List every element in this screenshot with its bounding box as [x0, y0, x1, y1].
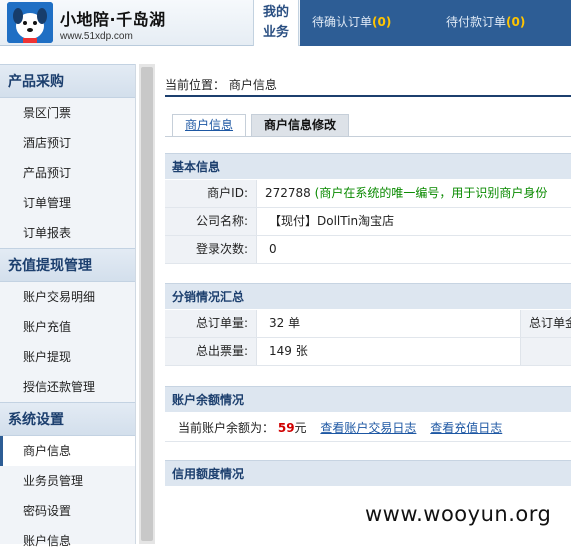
sidebar-item-staff[interactable]: 业务员管理	[0, 466, 135, 496]
view-recharge-log-link[interactable]: 查看充值日志	[430, 421, 502, 435]
row-company: 公司名称: 【现付】DollTin淘宝店	[165, 208, 571, 236]
sidebar-item-transactions[interactable]: 账户交易明细	[0, 282, 135, 312]
breadcrumb-divider	[165, 95, 571, 97]
sidebar-item-password[interactable]: 密码设置	[0, 496, 135, 526]
sidebar-section-funds[interactable]: 充值提现管理	[0, 248, 135, 282]
row-total-tickets: 总出票量: 149 张	[165, 338, 571, 366]
tab-divider	[165, 136, 571, 137]
total-tickets-value: 149 张	[269, 344, 308, 358]
nav-pending-confirm-label: 待确认订单	[312, 15, 373, 29]
row-login-count: 登录次数: 0	[165, 236, 571, 264]
company-value: 【现付】DollTin淘宝店	[269, 214, 395, 228]
sidebar-section-purchase[interactable]: 产品采购	[0, 64, 135, 98]
sidebar-item-withdraw[interactable]: 账户提现	[0, 342, 135, 372]
sidebar-item-account-info[interactable]: 账户信息	[0, 526, 135, 556]
sidebar-item-tickets[interactable]: 景区门票	[0, 98, 135, 128]
balance-label: 当前账户余额为：	[178, 421, 275, 435]
nav-pending-payment-count: 0	[511, 15, 520, 29]
sidebar-item-hotel[interactable]: 酒店预订	[0, 128, 135, 158]
total-orders-value: 32 单	[269, 316, 301, 330]
merchant-id-label: 商户ID:	[165, 180, 257, 207]
sidebar: 产品采购 景区门票 酒店预订 产品预订 订单管理 订单报表 充值提现管理 账户交…	[0, 64, 136, 548]
watermark-text: www.wooyun.org	[365, 502, 552, 526]
tab-merchant-edit[interactable]: 商户信息修改	[251, 114, 350, 136]
tab-merchant-info[interactable]: 商户信息	[172, 114, 247, 136]
nav-pending-payment[interactable]: 待付款订单(0)	[446, 13, 525, 30]
company-label: 公司名称:	[165, 208, 257, 235]
section-credit: 信用额度情况	[165, 460, 571, 486]
sidebar-scrollbar[interactable]	[139, 64, 155, 544]
row-merchant-id: 商户ID: 272788 (商户在系统的唯一编号，用于识别商户身份	[165, 180, 571, 208]
sidebar-section-settings[interactable]: 系统设置	[0, 402, 135, 436]
row-total-orders: 总订单量: 32 单 总订单金	[165, 310, 571, 338]
merchant-id-value: 272788	[265, 186, 311, 200]
balance-unit: 元	[294, 421, 307, 435]
view-transaction-log-link[interactable]: 查看账户交易日志	[320, 421, 416, 435]
merchant-id-value-wrap: 272788 (商户在系统的唯一编号，用于识别商户身份	[265, 180, 547, 207]
main-content: 当前位置： 商户信息 商户信息 商户信息修改 基本信息 商户ID: 272788 …	[157, 64, 571, 544]
total-orders-label: 总订单量:	[165, 310, 257, 337]
login-count-value: 0	[269, 242, 277, 256]
my-business-line2: 业务	[262, 25, 289, 40]
logo-title: 小地陪·千岛湖	[60, 10, 166, 29]
sidebar-item-order-reports[interactable]: 订单报表	[0, 218, 135, 248]
nav-pending-confirm[interactable]: 待确认订单(0)	[312, 13, 391, 30]
sidebar-item-recharge[interactable]: 账户充值	[0, 312, 135, 342]
my-business-line1: 我的	[262, 5, 289, 20]
nav-pending-payment-label: 待付款订单	[446, 15, 507, 29]
scrollbar-thumb[interactable]	[141, 67, 153, 541]
section-distribution: 分销情况汇总	[165, 283, 571, 309]
login-count-label: 登录次数:	[165, 236, 257, 263]
total-order-amount-label: 总订单金	[520, 310, 571, 337]
sidebar-item-merchant-info[interactable]: 商户信息	[0, 436, 135, 466]
section-basic-info: 基本信息	[165, 153, 571, 179]
section-balance: 账户余额情况	[165, 386, 571, 412]
tab-bar: 商户信息 商户信息修改	[172, 114, 354, 136]
sidebar-item-credit-repay[interactable]: 授信还款管理	[0, 372, 135, 402]
total-tickets-col3	[520, 338, 571, 365]
merchant-id-note: (商户在系统的唯一编号，用于识别商户身份	[314, 186, 548, 200]
my-business-tab[interactable]: 我的 业务	[253, 0, 299, 46]
sidebar-item-products[interactable]: 产品预订	[0, 158, 135, 188]
logo-text: 小地陪·千岛湖 www.51xdp.com	[60, 6, 166, 42]
balance-row: 当前账户余额为： 59元 查看账户交易日志 查看充值日志	[165, 414, 571, 442]
breadcrumb: 当前位置： 商户信息	[165, 78, 277, 92]
top-nav: 待确认订单(0) 待付款订单(0)	[300, 0, 571, 46]
balance-amount: 59	[277, 421, 295, 435]
dog-logo-icon[interactable]	[7, 2, 53, 43]
nav-pending-confirm-count: 0	[377, 15, 386, 29]
top-header: 小地陪·千岛湖 www.51xdp.com 我的 业务 待确认订单(0) 待付款…	[0, 0, 571, 46]
total-tickets-label: 总出票量:	[165, 338, 257, 365]
sidebar-item-orders[interactable]: 订单管理	[0, 188, 135, 218]
logo-url: www.51xdp.com	[60, 31, 133, 42]
